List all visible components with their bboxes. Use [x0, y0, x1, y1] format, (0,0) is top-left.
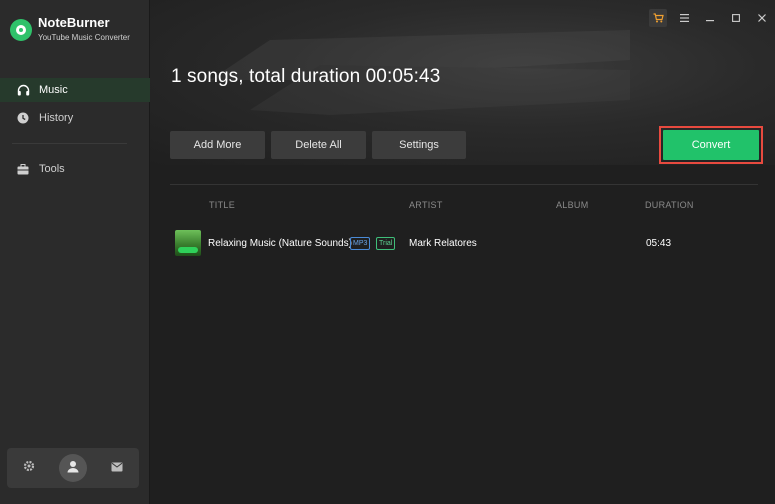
- format-badge: MP3: [350, 237, 371, 250]
- menu-button[interactable]: [671, 9, 697, 27]
- sidebar: NoteBurner YouTube Music Converter Music…: [0, 0, 150, 504]
- mail-icon: [111, 459, 123, 477]
- column-header-artist[interactable]: ARTIST: [409, 200, 443, 210]
- menu-icon: [679, 9, 689, 27]
- brand-subtitle: YouTube Music Converter: [38, 33, 130, 42]
- column-header-duration[interactable]: DURATION: [645, 200, 694, 210]
- minimize-button[interactable]: [697, 9, 723, 27]
- sidebar-item-label: History: [39, 112, 74, 124]
- close-icon: [758, 9, 766, 27]
- sidebar-bottom-bar: [7, 448, 139, 488]
- table-row[interactable]: Relaxing Music (Nature Sounds) MP3 Trial…: [170, 230, 758, 258]
- brand: NoteBurner YouTube Music Converter: [10, 15, 130, 45]
- sidebar-item-history[interactable]: History: [0, 106, 150, 130]
- cart-icon: [649, 9, 667, 27]
- maximize-button[interactable]: [723, 9, 749, 27]
- window-controls: [645, 9, 775, 27]
- toolbar: Add More Delete All Settings: [170, 131, 472, 159]
- settings-button[interactable]: [15, 454, 43, 482]
- delete-all-button[interactable]: Delete All: [271, 131, 366, 159]
- column-header-album[interactable]: ALBUM: [556, 200, 589, 210]
- avatar: [59, 454, 87, 482]
- convert-highlight: Convert: [659, 126, 763, 164]
- gear-icon: [23, 459, 35, 477]
- sidebar-item-music[interactable]: Music: [0, 78, 150, 102]
- noteburner-logo-icon: [10, 19, 32, 41]
- sidebar-item-label: Tools: [39, 163, 65, 175]
- minimize-icon: [706, 9, 714, 27]
- account-button[interactable]: [59, 454, 87, 482]
- brand-name: NoteBurner: [38, 15, 110, 30]
- close-button[interactable]: [749, 9, 775, 27]
- trial-badge: Trial: [376, 237, 396, 250]
- column-header-title[interactable]: TITLE: [209, 200, 235, 210]
- song-summary: 1 songs, total duration 00:05:43: [171, 66, 441, 87]
- user-icon: [66, 459, 80, 478]
- mail-button[interactable]: [103, 454, 131, 482]
- sidebar-item-tools[interactable]: Tools: [0, 157, 150, 181]
- song-duration: 05:43: [646, 238, 672, 249]
- toolbox-icon: [16, 162, 30, 176]
- album-art: [175, 230, 201, 256]
- maximize-icon: [732, 9, 740, 27]
- sidebar-item-label: Music: [39, 84, 68, 96]
- main-panel: 1 songs, total duration 00:05:43 Add Mor…: [150, 0, 775, 504]
- settings-button[interactable]: Settings: [372, 131, 466, 159]
- add-more-button[interactable]: Add More: [170, 131, 265, 159]
- headphones-icon: [16, 83, 30, 97]
- song-title: Relaxing Music (Nature Sounds): [208, 238, 352, 249]
- sidebar-divider: [12, 143, 127, 144]
- store-button[interactable]: [645, 9, 671, 27]
- app-window: NoteBurner YouTube Music Converter Music…: [0, 0, 775, 504]
- song-artist: Mark Relatores: [409, 238, 477, 249]
- clock-icon: [16, 111, 30, 125]
- table-divider: [170, 184, 758, 185]
- convert-button[interactable]: Convert: [663, 130, 759, 160]
